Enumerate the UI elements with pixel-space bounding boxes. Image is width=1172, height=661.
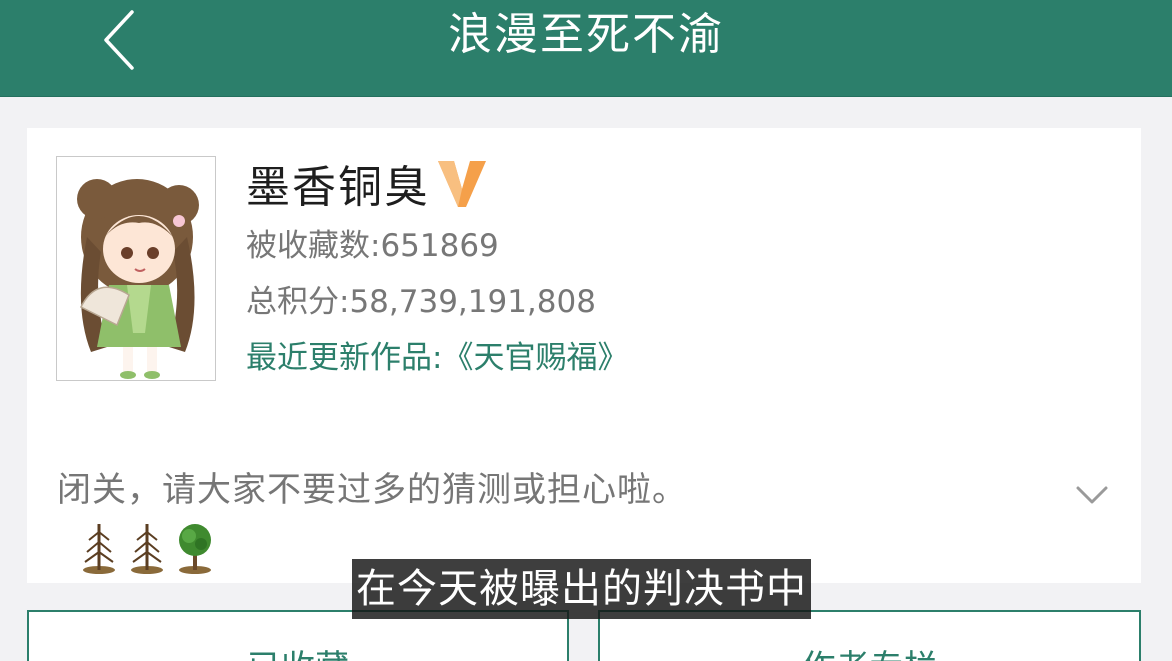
chevron-down-icon [1076, 486, 1108, 504]
author-name-row: 墨香铜臭 [246, 148, 628, 218]
green-tree-icon [179, 524, 211, 574]
favorites-count: 被收藏数:651869 [246, 228, 499, 264]
expand-bio-button[interactable] [1072, 480, 1112, 510]
author-profile-card: 墨香铜臭 被收藏数:651869 总积分:58,739,191,808 最近更新… [27, 128, 1141, 583]
vip-v-icon [438, 161, 486, 207]
bare-tree-icon [83, 524, 115, 574]
level-trees [79, 518, 215, 576]
author-info: 墨香铜臭 被收藏数:651869 总积分:58,739,191,808 最近更新… [246, 148, 628, 386]
total-score: 总积分:58,739,191,808 [246, 284, 596, 320]
avatar-illustration [77, 179, 199, 379]
top-navbar: 浪漫至死不渝 [0, 0, 1172, 97]
author-name: 墨香铜臭 [246, 162, 430, 213]
author-bio: 闭关，请大家不要过多的猜测或担心啦。 [57, 470, 687, 510]
bare-tree-icon [131, 524, 163, 574]
avatar[interactable] [56, 156, 216, 381]
video-subtitle: 在今天被曝出的判决书中 [352, 559, 811, 619]
latest-work-link[interactable]: 最近更新作品:《天官赐福》 [246, 330, 628, 386]
page-title: 浪漫至死不渝 [448, 9, 724, 60]
